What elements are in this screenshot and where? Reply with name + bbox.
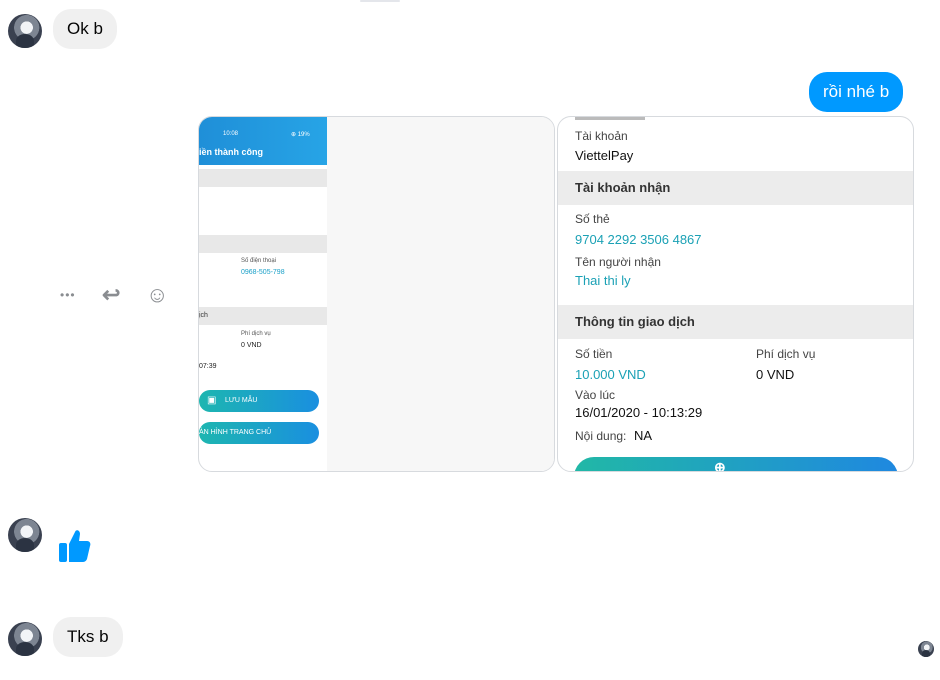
react-emoji-icon[interactable]: ☺ [146, 282, 168, 308]
attached-image-right[interactable]: Tài khoản ViettelPay Tài khoản nhận Số t… [557, 116, 914, 472]
thumbs-up-icon[interactable] [58, 528, 92, 564]
phone-value: 0968-505-798 [241, 269, 285, 276]
status-time: 10:08 [223, 131, 239, 137]
contact-avatar[interactable] [8, 14, 42, 48]
outgoing-message[interactable]: rồi nhé b [809, 72, 904, 112]
content-value: NA [634, 428, 653, 443]
card-value: 9704 2292 3506 4867 [575, 232, 702, 247]
fee-label: Phí dịch vụ [241, 331, 271, 337]
more-options-icon[interactable]: ••• [60, 288, 76, 302]
section-band [199, 235, 327, 253]
recipient-value: Thai thi ly [575, 273, 631, 288]
app-header: 10:08 ⊕ 19% iền thành công [199, 117, 327, 165]
amount-value: 10.000 VND [575, 367, 646, 382]
content-label: Nội dung: [575, 429, 627, 443]
recipient-label: Tên người nhận [575, 255, 661, 269]
home-button: ÀN HÌNH TRANG CHỦ [199, 422, 319, 444]
save-template-button: ▣ LƯU MẪU [199, 390, 319, 412]
save-template-label: LƯU MẪU [225, 397, 258, 404]
receiver-section-header: Tài khoản nhận [558, 171, 913, 205]
section-band [199, 169, 327, 187]
attached-image-left[interactable]: 10:08 ⊕ 19% iền thành công Số điện thoại… [198, 116, 555, 472]
card-label: Số thẻ [575, 212, 610, 226]
section-band: ịch [199, 307, 327, 325]
reply-icon[interactable]: ↩ [102, 282, 120, 308]
fee-value: 0 VND [756, 367, 795, 382]
incoming-message[interactable]: Tks b [53, 617, 123, 657]
section-title: ịch [199, 312, 208, 319]
incoming-message[interactable]: Ok b [53, 9, 117, 49]
transaction-section-header: Thông tin giao dịch [558, 305, 913, 339]
screen-title: iền thành công [199, 147, 263, 157]
phone-label: Số điện thoại [241, 258, 277, 264]
contact-avatar[interactable] [8, 518, 42, 552]
seen-receipt-avatar [918, 641, 934, 657]
contact-avatar[interactable] [8, 622, 42, 656]
image-blank-area [327, 117, 554, 471]
plus-icon: ⊕ [714, 459, 726, 472]
home-button-label: ÀN HÌNH TRANG CHỦ [199, 429, 272, 436]
amount-label: Số tiền [575, 347, 613, 361]
status-battery: ⊕ 19% [291, 132, 310, 138]
account-label: Tài khoản [575, 129, 628, 143]
time-label: Vào lúc [575, 388, 616, 402]
time-value: 16/01/2020 - 10:13:29 [575, 405, 703, 420]
fee-value: 0 VND [241, 342, 262, 349]
account-value: ViettelPay [575, 148, 634, 163]
receipt-action-button: ⊕ [574, 457, 898, 472]
save-icon: ▣ [207, 395, 217, 406]
fee-label: Phí dịch vụ [756, 347, 816, 361]
time-value: 07:39 [199, 363, 217, 370]
scroll-edge-mark [360, 0, 400, 2]
cropped-text-line [575, 117, 645, 120]
